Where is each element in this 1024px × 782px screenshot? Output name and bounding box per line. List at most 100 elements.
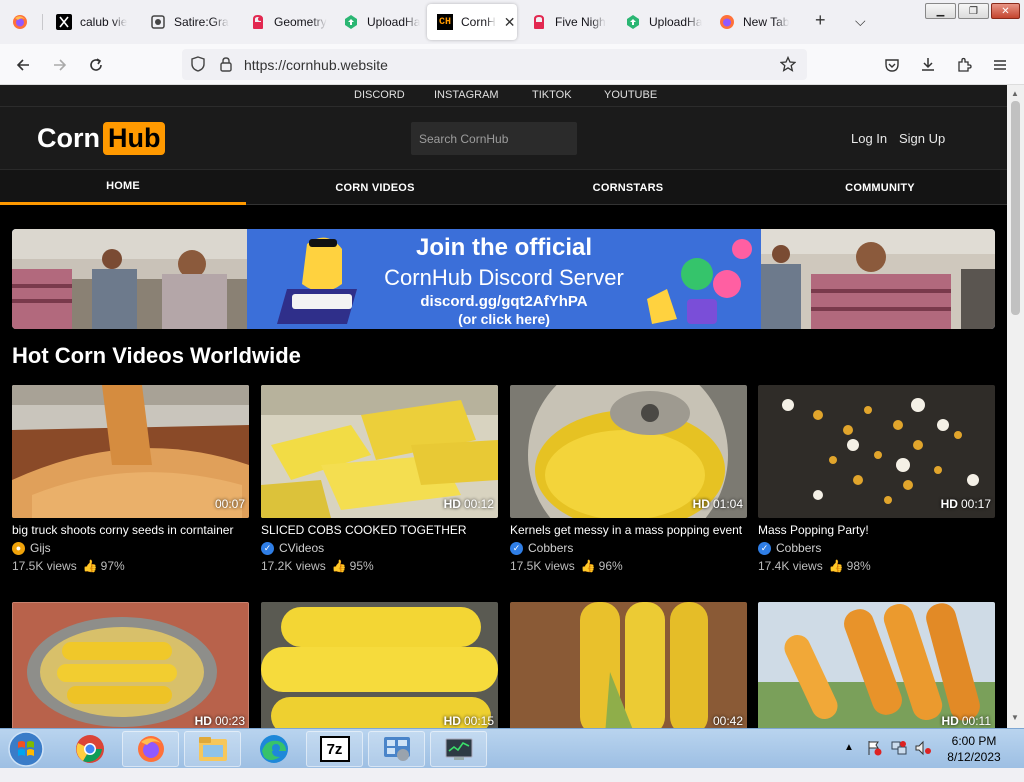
video-card[interactable]: HD 00:17 Mass Popping Party! ✓ Cobbers 17.… <box>758 385 995 575</box>
extensions-icon[interactable] <box>952 53 976 77</box>
upload-icon <box>343 14 359 30</box>
tab-0[interactable]: calub vie <box>46 4 130 40</box>
address-bar[interactable]: https://cornhub.website <box>182 49 807 80</box>
firefox-icon[interactable] <box>122 731 179 767</box>
social-link-discord[interactable]: DISCORD <box>354 89 405 101</box>
close-window-button[interactable]: ✕ <box>991 3 1020 19</box>
logo-part-2: Hub <box>103 121 166 155</box>
site-icon <box>150 14 166 30</box>
lock-icon[interactable] <box>218 56 234 77</box>
new-tab-plus-icon[interactable]: + <box>815 10 826 31</box>
tab-5[interactable]: Five Nigh <box>521 4 611 40</box>
list-tabs-chevron-icon[interactable]: ⌵ <box>855 13 866 30</box>
forward-arrow-icon[interactable] <box>48 53 72 77</box>
tab-6[interactable]: UploadHa <box>615 4 705 40</box>
scrollbar-thumb[interactable] <box>1011 101 1020 315</box>
7zip-icon[interactable]: 7z <box>306 731 363 767</box>
tracking-shield-icon[interactable] <box>190 56 206 77</box>
chrome-icon[interactable] <box>61 731 118 767</box>
video-thumbnail[interactable]: HD 00:11 <box>758 602 995 728</box>
video-stats: 17.5K views 👍 97% <box>12 559 125 573</box>
nav-home[interactable]: HOME <box>0 170 246 205</box>
tab-4[interactable]: CH CornH ✕ <box>427 4 517 40</box>
social-link-tiktok[interactable]: TIKTOK <box>532 89 572 101</box>
main-navigation: HOME CORN VIDEOS CORNSTARS COMMUNITY <box>0 169 1007 205</box>
menu-hamburger-icon[interactable] <box>988 53 1012 77</box>
tab-2[interactable]: Geometry <box>240 4 330 40</box>
video-card[interactable]: 00:42 <box>510 602 747 728</box>
action-center-flag-icon[interactable] <box>866 739 882 779</box>
restore-button[interactable]: ❐ <box>958 3 989 19</box>
file-explorer-icon[interactable] <box>184 731 241 767</box>
video-thumbnail[interactable]: HD 00:15 <box>261 602 498 728</box>
video-uploader[interactable]: ✓ Cobbers <box>510 539 747 557</box>
video-card[interactable]: HD 00:15 <box>261 602 498 728</box>
video-card[interactable]: HD 00:12 SLICED COBS COOKED TOGETHER ✓ CVi… <box>261 385 498 575</box>
windows-taskbar: 7z ▲ 6:00 PM 8/12/2023 <box>0 728 1024 768</box>
video-thumbnail[interactable]: HD 00:23 <box>12 602 249 728</box>
video-card[interactable]: HD 01:04 Kernels get messy in a mass popp… <box>510 385 747 575</box>
video-title[interactable]: Mass Popping Party! <box>758 521 995 539</box>
scroll-up-arrow-icon[interactable]: ▲ <box>1011 89 1019 98</box>
video-thumbnail[interactable]: HD 01:04 <box>510 385 747 518</box>
nav-cornstars[interactable]: CORNSTARS <box>505 170 751 205</box>
video-title[interactable]: SLICED COBS COOKED TOGETHER <box>261 521 498 539</box>
start-button[interactable] <box>6 730 46 768</box>
reload-icon[interactable] <box>84 53 108 77</box>
page-scrollbar[interactable]: ▲ ▼ <box>1007 85 1024 728</box>
downloads-icon[interactable] <box>916 53 940 77</box>
video-thumbnail[interactable]: 00:42 <box>510 602 747 728</box>
video-card[interactable]: 00:07 big truck shoots corny seeds in co… <box>12 385 249 575</box>
video-thumbnail[interactable]: 00:07 <box>12 385 249 518</box>
show-hidden-icons-icon[interactable]: ▲ <box>844 742 854 782</box>
video-uploader[interactable]: ✓ CVideos <box>261 539 498 557</box>
url-text[interactable]: https://cornhub.website <box>244 57 388 73</box>
tab-3[interactable]: UploadHa <box>333 4 423 40</box>
video-uploader[interactable]: ✓ Cobbers <box>758 539 995 557</box>
edge-icon[interactable] <box>245 731 302 767</box>
network-icon[interactable] <box>890 739 908 779</box>
banner-discord-link[interactable]: discord.gg/gqt2AfYhPA <box>247 293 761 310</box>
bookmark-star-icon[interactable] <box>779 55 797 77</box>
close-tab-icon[interactable]: ✕ <box>504 14 516 31</box>
firefox-icon <box>12 14 28 30</box>
video-duration: HD 00:23 <box>194 714 245 728</box>
login-link[interactable]: Log In <box>851 131 887 146</box>
back-arrow-icon[interactable] <box>11 53 35 77</box>
minimize-button[interactable]: ▁ <box>925 3 956 19</box>
x-logo-icon <box>56 14 72 30</box>
video-uploader[interactable]: ● Gijs <box>12 539 249 557</box>
tab-7[interactable]: New Tab <box>709 4 803 40</box>
video-thumbnail[interactable]: HD 00:17 <box>758 385 995 518</box>
video-title[interactable]: big truck shoots corny seeds in corntain… <box>12 521 249 539</box>
social-link-youtube[interactable]: YOUTUBE <box>604 89 657 101</box>
nav-community[interactable]: COMMUNITY <box>757 170 1003 205</box>
social-link-instagram[interactable]: INSTAGRAM <box>434 89 499 101</box>
scroll-down-arrow-icon[interactable]: ▼ <box>1011 713 1019 722</box>
discord-banner[interactable]: Join the official CornHub Discord Server… <box>12 229 995 329</box>
site-logo[interactable]: Corn Hub <box>37 120 166 156</box>
volume-icon[interactable] <box>914 739 932 779</box>
thumbs-up-icon: 👍 <box>82 559 98 573</box>
pocket-icon[interactable] <box>880 53 904 77</box>
browser-navigation-bar: https://cornhub.website <box>0 44 1024 85</box>
banner-click-here[interactable]: (or click here) <box>247 311 761 327</box>
task-manager-icon[interactable] <box>430 731 487 767</box>
tab-1[interactable]: Satire:Gra <box>140 4 230 40</box>
system-clock[interactable]: 6:00 PM 8/12/2023 <box>939 733 1009 765</box>
video-thumbnail[interactable]: HD 00:12 <box>261 385 498 518</box>
video-card[interactable]: HD 00:11 <box>758 602 995 728</box>
verified-check-icon: ✓ <box>758 541 771 555</box>
banner-line-1: Join the official <box>415 234 592 261</box>
thumbs-up-icon: 👍 <box>580 559 596 573</box>
thumbs-up-icon: 👍 <box>331 559 347 573</box>
control-panel-icon[interactable] <box>368 731 425 767</box>
signup-link[interactable]: Sign Up <box>899 131 945 146</box>
firefox-view-button[interactable] <box>0 4 42 40</box>
video-card[interactable]: HD 00:23 <box>12 602 249 728</box>
video-title[interactable]: Kernels get messy in a mass popping even… <box>510 521 747 539</box>
search-input[interactable] <box>411 122 577 155</box>
logo-part-1: Corn <box>37 122 100 153</box>
nav-corn-videos[interactable]: CORN VIDEOS <box>252 170 498 205</box>
tab-label: CornH <box>461 15 496 29</box>
